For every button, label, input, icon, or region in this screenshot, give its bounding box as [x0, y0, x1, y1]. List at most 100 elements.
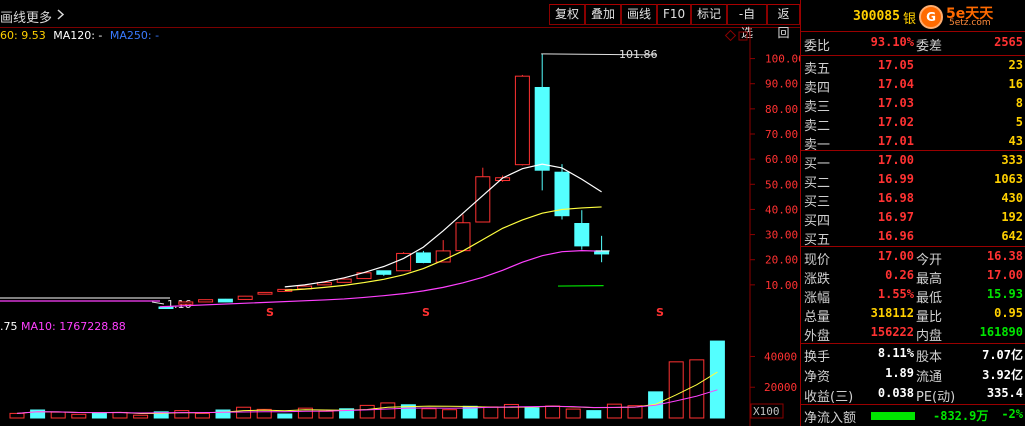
- fundamental-row-label: 换手: [804, 350, 831, 365]
- fundamental-row-value: 0.038: [877, 386, 914, 400]
- volume-bar: [91, 412, 107, 419]
- chevron-right-icon[interactable]: [57, 9, 65, 20]
- candle-body: [376, 270, 392, 275]
- volume-bar: [133, 414, 149, 419]
- stat-row: 现价 17.00 今开 16.38: [801, 247, 1025, 268]
- bid-row[interactable]: 买三 16.98 430: [801, 189, 1025, 210]
- bid-volume: 1063: [994, 172, 1023, 186]
- square-icon: [738, 31, 748, 41]
- net-inflow-pct: -2%: [1001, 407, 1023, 421]
- candle-body: [534, 86, 550, 171]
- ask-price: 17.01: [877, 134, 914, 148]
- ask-volume: 23: [1008, 58, 1023, 72]
- candlestick-chart[interactable]: 100.00 90.00 80.00 70.00 60.00 50.00 40.00 30.0…: [0, 28, 800, 318]
- volume-chart[interactable]: 40000 20000 X100: [0, 318, 800, 426]
- ask-row[interactable]: 卖四 17.04 16: [801, 75, 1025, 96]
- wecha-value: 2565: [994, 35, 1023, 49]
- bid-price: 16.96: [877, 229, 914, 243]
- price-tick-label: 100.00: [765, 53, 800, 66]
- fundamental-row-label: 净资: [804, 370, 831, 385]
- net-inflow-label: 净流入额: [804, 411, 857, 426]
- stat-row: 总量 318112 量比 0.95: [801, 304, 1025, 325]
- bid-price: 17.00: [877, 153, 914, 167]
- logo-icon: G: [919, 5, 943, 29]
- candle-body: [455, 222, 471, 252]
- volume-bar: [50, 411, 66, 419]
- button-f10[interactable]: F10: [657, 4, 691, 25]
- bid-row[interactable]: 买二 16.99 1063: [801, 170, 1025, 191]
- volume-tick-label: 20000: [764, 381, 797, 394]
- button-restore-rights[interactable]: 复权: [549, 4, 585, 25]
- net-inflow-row: 净流入额 -832.9万 -2%: [801, 405, 1025, 426]
- volume-bar: [668, 361, 684, 419]
- volume-bar: [71, 413, 87, 419]
- volume-bar: [565, 408, 581, 419]
- fundamental-row-label: 流通: [916, 370, 943, 385]
- volume-bar: [112, 411, 128, 419]
- ask-price: 17.05: [877, 58, 914, 72]
- candle-body: [237, 295, 253, 300]
- fundamental-row: 换手 8.11% 股本 7.07亿: [801, 344, 1025, 365]
- candle-body: [514, 75, 530, 166]
- candle-body: [415, 252, 431, 263]
- stat-row-value: 16.38: [986, 249, 1023, 263]
- bid-price: 16.98: [877, 191, 914, 205]
- volume-bar: [174, 410, 190, 419]
- candle-body: [574, 223, 590, 247]
- bid-row[interactable]: 买五 16.96 642: [801, 227, 1025, 248]
- volume-bar: [606, 403, 622, 419]
- candle-body: [198, 299, 214, 303]
- volume-bar: [689, 359, 705, 419]
- ask-row[interactable]: 卖五 17.05 23: [801, 56, 1025, 77]
- bid-row[interactable]: 买四 16.97 192: [801, 208, 1025, 229]
- price-tick-label: 70.00: [765, 128, 798, 141]
- ask-row[interactable]: 卖三 17.03 8: [801, 94, 1025, 115]
- volume-bar: [215, 409, 231, 419]
- more-menu[interactable]: 更多: [26, 7, 52, 26]
- ask-volume: 16: [1008, 77, 1023, 91]
- volume-bar: [380, 402, 396, 419]
- volume-bar: [194, 412, 210, 419]
- stat-row-label: 内盘: [916, 329, 943, 344]
- button-mark[interactable]: 标记: [691, 4, 727, 25]
- ask-volume: 5: [1015, 115, 1023, 129]
- ask-volume: 8: [1015, 96, 1023, 110]
- candle-body: [257, 291, 273, 295]
- fundamental-row-value: 335.4: [986, 386, 1023, 400]
- price-tick-label: 60.00: [765, 153, 798, 166]
- stat-row: 外盘 156222 内盘 161890: [801, 323, 1025, 344]
- candle-body: [178, 301, 194, 305]
- button-draw-line[interactable]: 画线: [621, 4, 657, 25]
- button-watchlist[interactable]: -自选: [727, 4, 767, 40]
- stat-row-label: 外盘: [804, 329, 831, 344]
- stat-row-value: 156222: [870, 325, 914, 339]
- volume-unit-label: X100: [753, 405, 780, 418]
- logo-domain: 5etz.com: [949, 18, 991, 28]
- price-tick-label: 90.00: [765, 78, 798, 91]
- volume-bar: [483, 406, 499, 419]
- stock-code: 300085: [853, 9, 900, 24]
- ask-volume: 43: [1008, 134, 1023, 148]
- price-tick-label: 50.00: [765, 178, 798, 191]
- price-tick-label: 20.00: [765, 254, 798, 267]
- volume-bar: [236, 406, 252, 419]
- fundamental-row-label: 股本: [916, 350, 943, 365]
- fundamental-row-value: 8.11%: [877, 346, 914, 360]
- net-inflow-value: -832.9万: [933, 409, 989, 423]
- button-overlay[interactable]: 叠加: [585, 4, 621, 25]
- site-logo: G 5e天天 5etz.com: [919, 4, 1025, 30]
- bid-row[interactable]: 买一 17.00 333: [801, 151, 1025, 172]
- stat-row-value: 17.00: [877, 249, 914, 263]
- stat-row-value: 318112: [870, 306, 914, 320]
- button-back[interactable]: 返回: [767, 4, 800, 40]
- low-price-pointer: [151, 301, 165, 305]
- draw-line-label[interactable]: 画线: [0, 7, 26, 26]
- price-tick-label: 30.00: [765, 229, 798, 242]
- candle-body: [217, 298, 233, 303]
- ask-row[interactable]: 卖二 17.02 5: [801, 113, 1025, 134]
- diamond-icon: [724, 29, 737, 42]
- volume-tick-label: 40000: [764, 350, 797, 363]
- volume-bar: [277, 413, 293, 419]
- volume-bar: [586, 410, 602, 419]
- stat-row-value: 161890: [979, 325, 1023, 339]
